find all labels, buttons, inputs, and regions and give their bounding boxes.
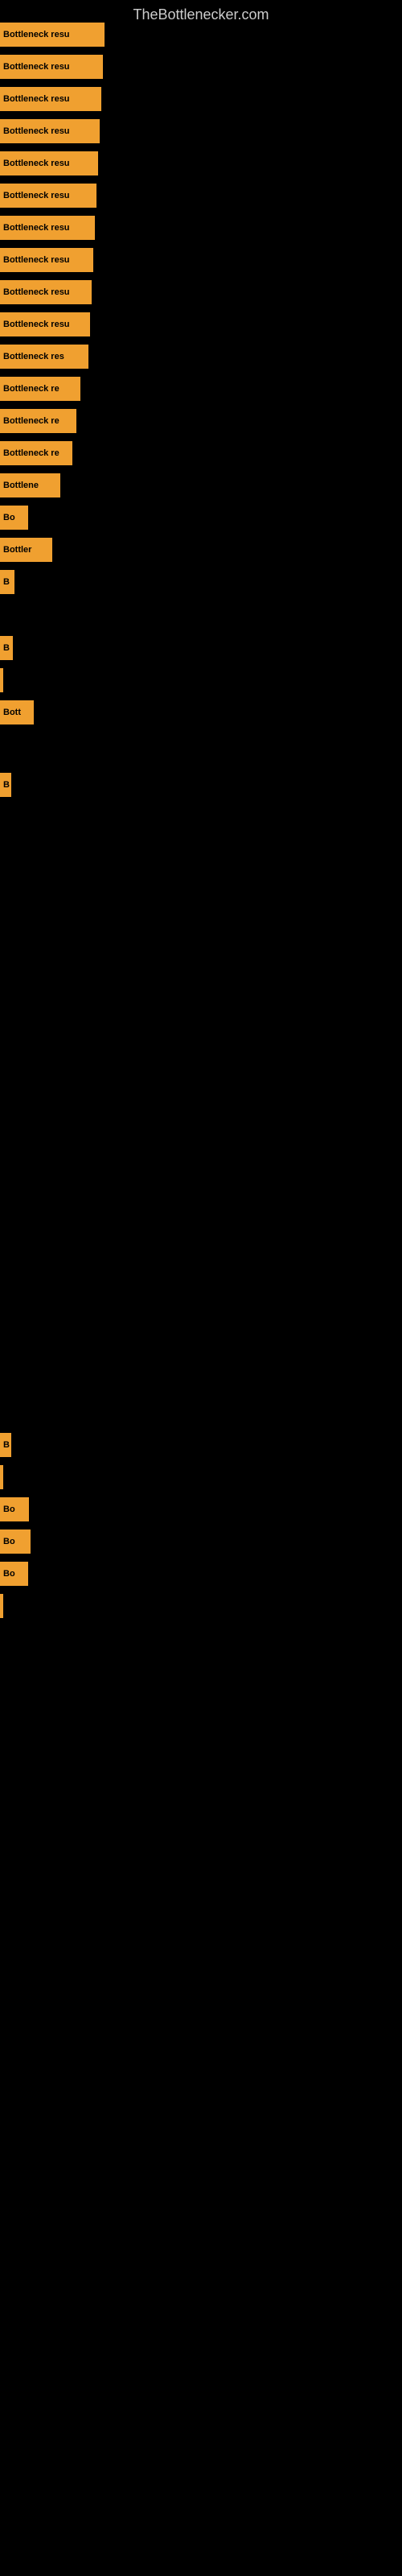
bottleneck-bar-label: Bottleneck re — [3, 416, 59, 426]
bottleneck-bar-label: Bott — [3, 708, 21, 717]
bottleneck-bar: Bottler — [0, 538, 52, 562]
bottleneck-bar-label: Bottleneck resu — [3, 94, 70, 104]
bottleneck-bar-label: Bottleneck resu — [3, 126, 70, 136]
bottleneck-bar: B — [0, 773, 11, 797]
bottleneck-bar: Bottleneck re — [0, 409, 76, 433]
bottleneck-bar: Bottleneck resu — [0, 184, 96, 208]
bottleneck-bar-label: B — [3, 1440, 10, 1450]
bottleneck-bar: Bottleneck res — [0, 345, 88, 369]
bottleneck-bar-label: Bottleneck resu — [3, 223, 70, 233]
bottleneck-bar-label: Bottleneck resu — [3, 159, 70, 168]
bottleneck-bar: B — [0, 636, 13, 660]
bottleneck-bar-label: B — [3, 780, 10, 790]
bottleneck-bar-label: B — [3, 643, 10, 653]
bottleneck-bar-label: Bottler — [3, 545, 31, 555]
bottleneck-bar-label: Bottleneck resu — [3, 320, 70, 329]
bottleneck-bar-label: Bo — [3, 513, 15, 522]
bottleneck-bar: Bottleneck resu — [0, 280, 92, 304]
bottleneck-bar: Bottleneck resu — [0, 312, 90, 336]
bottleneck-bar-label: Bottleneck res — [3, 352, 64, 361]
bottleneck-bar-label: Bo — [3, 1537, 15, 1546]
bottleneck-bar: B — [0, 570, 14, 594]
bottleneck-bar-label: Bottleneck resu — [3, 62, 70, 72]
bottleneck-bar: Bottleneck resu — [0, 23, 105, 47]
bottleneck-bar: Bottleneck resu — [0, 87, 101, 111]
bottleneck-bar-label: Bottlene — [3, 481, 39, 490]
bottleneck-bar-label: Bottleneck resu — [3, 287, 70, 297]
bottleneck-bar-label: Bottleneck resu — [3, 30, 70, 39]
bottleneck-bar: Bo — [0, 1530, 31, 1554]
bottleneck-bar: Bottleneck resu — [0, 248, 93, 272]
bottleneck-bar: Bottlene — [0, 473, 60, 497]
bottleneck-bar: Bottleneck resu — [0, 151, 98, 175]
bottleneck-bar — [0, 1465, 3, 1489]
bottleneck-bar: Bo — [0, 1497, 29, 1521]
bottleneck-bar-label: B — [3, 577, 10, 587]
bottleneck-bar-label: Bottleneck re — [3, 384, 59, 394]
bottleneck-bar: Bottleneck re — [0, 441, 72, 465]
bottleneck-bar-label: Bo — [3, 1569, 15, 1579]
bottleneck-bar-label: Bo — [3, 1505, 15, 1514]
bottleneck-bar — [0, 1594, 3, 1618]
bottleneck-bar: Bottleneck re — [0, 377, 80, 401]
bottleneck-bar: B — [0, 1433, 11, 1457]
bottleneck-bar-label: Bottleneck resu — [3, 255, 70, 265]
bottleneck-bar-label: Bottleneck resu — [3, 191, 70, 200]
bottleneck-bar — [0, 668, 3, 692]
bottleneck-bar-label: Bottleneck re — [3, 448, 59, 458]
bottleneck-bar: Bottleneck resu — [0, 216, 95, 240]
bottleneck-bar: Bott — [0, 700, 34, 724]
bottleneck-bar: Bottleneck resu — [0, 55, 103, 79]
bottleneck-bar: Bottleneck resu — [0, 119, 100, 143]
bottleneck-bar: Bo — [0, 506, 28, 530]
bottleneck-bar: Bo — [0, 1562, 28, 1586]
